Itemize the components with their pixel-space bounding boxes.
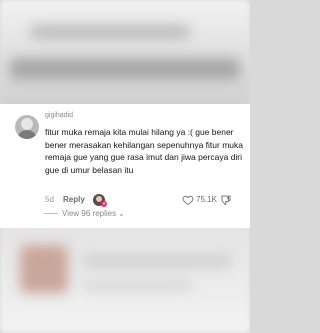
- like-count: 75.1K: [196, 195, 217, 204]
- blurred-content: [0, 0, 250, 110]
- comment-timestamp: 5d: [45, 195, 54, 204]
- comment-username[interactable]: gigihadid: [45, 112, 73, 119]
- avatar-shoulders: [17, 130, 37, 139]
- heart-outline-icon[interactable]: [182, 194, 194, 206]
- blurred-avatar: [20, 245, 68, 293]
- chevron-down-icon: ⌄: [118, 209, 125, 218]
- user-avatar[interactable]: [15, 115, 39, 139]
- view-replies-label: View 96 replies: [62, 209, 117, 218]
- replies-divider: [44, 213, 58, 214]
- blurred-content: [10, 58, 240, 80]
- comment-card: gigihadid fitur muka remaja kita mulai h…: [0, 104, 250, 228]
- blurred-content: [82, 255, 232, 267]
- reply-button[interactable]: Reply: [63, 195, 85, 204]
- blurred-content: [30, 25, 190, 39]
- heart-badge-icon: ♥: [101, 201, 107, 207]
- blurred-content: [82, 280, 192, 290]
- view-replies-button[interactable]: View 96 replies ⌄: [44, 209, 125, 218]
- avatar-head: [21, 118, 33, 130]
- comment-text: fitur muka remaja kita mulai hilang ya :…: [45, 127, 243, 175]
- thumbs-down-icon[interactable]: [220, 194, 232, 206]
